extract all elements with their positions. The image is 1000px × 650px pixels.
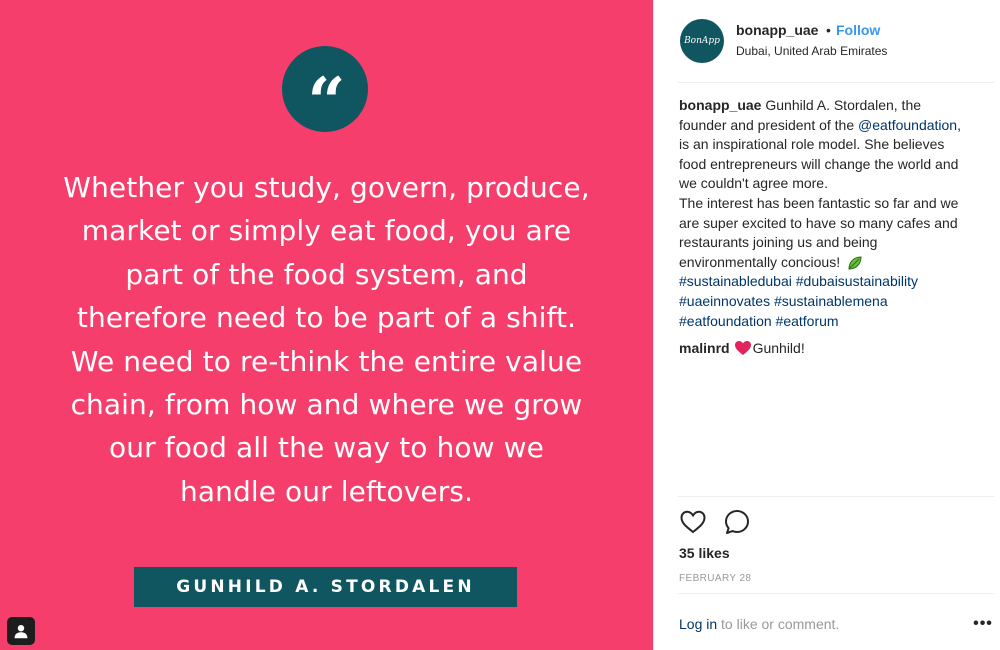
mention-link[interactable]: @eatfoundation (858, 117, 957, 133)
comment-button[interactable] (722, 507, 752, 537)
quote-line: Whether you study, govern, produce, (63, 171, 590, 204)
location-link[interactable]: Dubai, United Arab Emirates (736, 44, 887, 58)
post-header: BonApp bonapp_uae • Follow Dubai, United… (654, 0, 1000, 82)
caption-text: Gunhild A. Stordalen, the (761, 97, 922, 113)
divider (678, 496, 994, 497)
heart-outline-icon (680, 510, 706, 534)
caption-text: are super excited to have so many cafes … (679, 214, 958, 231)
login-prompt: Log in to like or comment. (679, 616, 839, 632)
quote-author-banner: GUNHILD A. STORDALEN (134, 567, 517, 607)
hashtag-link[interactable]: #eatfoundation (679, 313, 772, 329)
quote-text: Whether you study, govern, produce, mark… (30, 166, 623, 513)
header-separator: • (826, 22, 831, 38)
comment-username-link[interactable]: malinrd (679, 340, 730, 356)
likes-count[interactable]: 35 likes (679, 545, 730, 561)
avatar-logo-text: BonApp (684, 36, 720, 46)
quote-line: We need to re-think the entire value (70, 344, 583, 378)
caption-username-link[interactable]: bonapp_uae (679, 97, 761, 113)
heart-emoji-icon (734, 340, 752, 356)
quote-line: market or simply eat food, you are (81, 214, 572, 248)
divider (678, 593, 994, 594)
post-date[interactable]: FEBRUARY 28 (679, 573, 751, 584)
speech-bubble-icon (725, 510, 749, 534)
caption-text: food entrepreneurs will change the world… (679, 155, 959, 172)
divider (678, 82, 994, 83)
leaf-icon (848, 256, 862, 270)
caption-text: , (957, 116, 961, 133)
comment-text: Gunhild! (752, 340, 805, 356)
quote-line: therefore need to be part of a shift. (76, 301, 577, 335)
hashtag-link[interactable]: #uaeinnovates (679, 293, 770, 309)
hashtag-link[interactable]: #sustainablemena (774, 293, 888, 309)
header-username-link[interactable]: bonapp_uae (736, 22, 818, 38)
person-icon (14, 625, 28, 639)
follow-button[interactable]: Follow (836, 22, 880, 38)
caption-text: founder and president of the (679, 116, 859, 133)
post-image[interactable]: “ Whether you study, govern, produce, ma… (0, 0, 653, 650)
login-link[interactable]: Log in (679, 616, 717, 632)
hashtag-link[interactable]: #eatforum (776, 313, 839, 329)
login-prompt-text: to like or comment. (717, 616, 840, 632)
quote-line: part of the food system, and (125, 257, 528, 291)
quote-line: chain, from how and where we grow (70, 388, 583, 422)
hashtag-link[interactable]: #dubaisustainability (796, 273, 918, 289)
quote-line: our food all the way to how we (109, 431, 544, 465)
more-options-button[interactable]: ••• (972, 614, 994, 634)
caption-text: restaurants joining us and being (679, 234, 878, 251)
like-button[interactable] (678, 507, 708, 537)
avatar[interactable]: BonApp (680, 19, 724, 63)
tagged-users-button[interactable] (7, 617, 35, 645)
hashtag-link[interactable]: #sustainabledubai (679, 273, 792, 289)
post-caption: bonapp_uae Gunhild A. Stordalen, the fou… (679, 96, 997, 331)
caption-text: is an inspirational role model. She beli… (679, 136, 945, 153)
quote-author: GUNHILD A. STORDALEN (176, 577, 475, 597)
post-side-panel: BonApp bonapp_uae • Follow Dubai, United… (653, 0, 1000, 650)
quote-mark: “ (307, 63, 346, 141)
quote-mark-badge: “ (282, 46, 368, 141)
caption-text: The interest has been fantastic so far a… (679, 194, 959, 211)
caption-text: we couldn't agree more. (679, 175, 828, 192)
caption-text: environmentally concious! (679, 253, 844, 270)
comment-row: malinrd Gunhild! (679, 340, 805, 356)
quote-line: handle our leftovers. (180, 474, 473, 508)
